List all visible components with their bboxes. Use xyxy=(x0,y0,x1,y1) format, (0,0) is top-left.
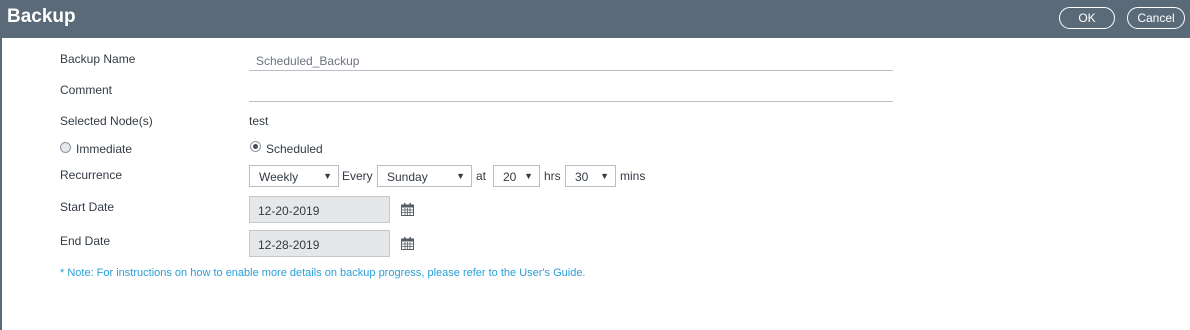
mins-text: mins xyxy=(620,169,646,183)
dialog-title: Backup xyxy=(7,6,76,27)
chevron-down-icon: ▼ xyxy=(524,171,533,181)
dialog-header: Backup OK Cancel xyxy=(0,0,1190,38)
hours-select[interactable]: 20 ▼ xyxy=(493,165,540,187)
frequency-select[interactable]: Weekly ▼ xyxy=(249,165,339,187)
end-date-label: End Date xyxy=(60,234,111,248)
minutes-value: 30 xyxy=(575,170,589,184)
frequency-value: Weekly xyxy=(259,170,299,184)
comment-label: Comment xyxy=(60,83,113,97)
cancel-button[interactable]: Cancel xyxy=(1127,7,1185,29)
immediate-label[interactable]: Immediate xyxy=(76,142,132,156)
start-date-field[interactable]: 12-20-2019 xyxy=(249,196,390,223)
day-value: Sunday xyxy=(387,170,428,184)
selected-nodes-value: test xyxy=(249,114,269,128)
chevron-down-icon: ▼ xyxy=(600,171,609,181)
scheduled-label[interactable]: Scheduled xyxy=(266,142,323,156)
comment-input[interactable] xyxy=(249,82,893,102)
hours-value: 20 xyxy=(503,170,517,184)
calendar-icon[interactable] xyxy=(401,237,414,250)
minutes-select[interactable]: 30 ▼ xyxy=(565,165,616,187)
hrs-text: hrs xyxy=(544,169,561,183)
backup-name-input[interactable] xyxy=(249,51,893,71)
at-text: at xyxy=(476,169,487,183)
start-date-label: Start Date xyxy=(60,200,115,214)
end-date-field[interactable]: 12-28-2019 xyxy=(249,230,390,257)
backup-name-label: Backup Name xyxy=(60,52,136,66)
ok-button[interactable]: OK xyxy=(1059,7,1115,29)
start-date-value: 12-20-2019 xyxy=(258,204,320,218)
scheduled-radio[interactable] xyxy=(250,141,261,152)
calendar-icon[interactable] xyxy=(401,203,414,216)
recurrence-label: Recurrence xyxy=(60,168,123,182)
immediate-radio[interactable] xyxy=(60,142,71,153)
left-border xyxy=(0,38,2,330)
end-date-value: 12-28-2019 xyxy=(258,238,320,252)
selected-nodes-label: Selected Node(s) xyxy=(60,114,153,128)
chevron-down-icon: ▼ xyxy=(456,171,465,181)
day-select[interactable]: Sunday ▼ xyxy=(377,165,472,187)
every-text: Every xyxy=(342,169,373,183)
chevron-down-icon: ▼ xyxy=(323,171,332,181)
backup-progress-note: * Note: For instructions on how to enabl… xyxy=(60,267,586,279)
